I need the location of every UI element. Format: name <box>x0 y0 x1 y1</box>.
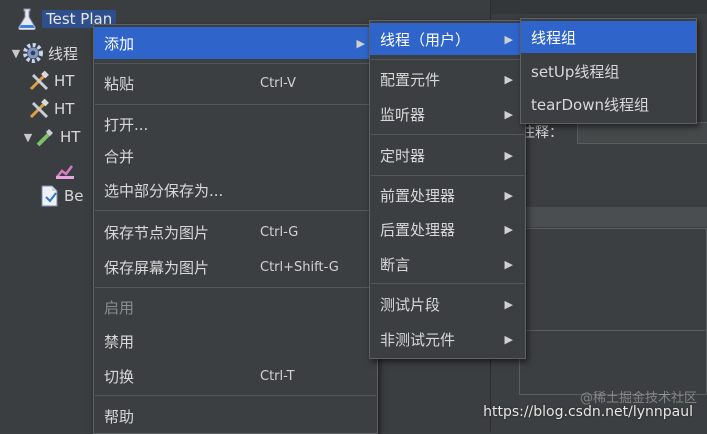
comment-label: 注释： <box>521 125 563 141</box>
menu-item-disable[interactable]: 禁用 <box>94 325 377 357</box>
tree-node-http-1[interactable]: HT <box>28 69 74 93</box>
menu-separator <box>95 210 376 211</box>
tree-node-bean-shell[interactable]: Be <box>38 184 84 208</box>
threads-submenu: 线程组 setUp线程组 tearDown线程组 <box>520 18 697 124</box>
document-icon <box>38 185 60 207</box>
menu-item-enable[interactable]: 启用 <box>94 291 377 323</box>
chevron-right-icon: ▶ <box>504 222 513 236</box>
menu-separator <box>371 175 524 176</box>
wrench-hammer-icon <box>28 98 50 120</box>
comment-input[interactable] <box>577 122 707 144</box>
tree-node-label: 线程 <box>48 44 79 63</box>
menu-item-save-screen-image[interactable]: 保存屏幕为图片 Ctrl+Shift-G <box>94 251 377 283</box>
menu-item-pre-processor[interactable]: 前置处理器 ▶ <box>370 179 525 211</box>
menu-separator <box>371 59 524 60</box>
menu-item-assertion[interactable]: 断言 ▶ <box>370 248 525 280</box>
menu-item-add[interactable]: 添加 ▶ <box>94 27 377 59</box>
menu-separator <box>95 395 376 396</box>
chevron-right-icon: ▶ <box>504 257 513 271</box>
watermark-url: https://blog.csdn.net/lynnpaul <box>483 404 693 420</box>
chevron-right-icon: ▶ <box>504 148 513 162</box>
shortcut-label: Ctrl+Shift-G <box>260 259 339 275</box>
menu-separator <box>95 104 376 105</box>
menu-item-test-fragment[interactable]: 测试片段 ▶ <box>370 288 525 320</box>
menu-item-help[interactable]: 帮助 <box>94 400 377 432</box>
flask-icon <box>16 8 38 30</box>
chevron-right-icon: ▶ <box>504 297 513 311</box>
chevron-right-icon: ▶ <box>504 107 513 121</box>
expand-toggle-icon[interactable]: ▼ <box>10 47 22 60</box>
chevron-right-icon: ▶ <box>356 36 365 50</box>
chevron-right-icon: ▶ <box>504 188 513 202</box>
menu-item-threads-users[interactable]: 线程（用户） ▶ <box>370 23 525 55</box>
menu-item-save-selection[interactable]: 选中部分保存为... <box>94 174 377 206</box>
wrench-hammer-icon <box>28 70 50 92</box>
shortcut-label: Ctrl-T <box>260 368 295 384</box>
menu-item-teardown-thread-group[interactable]: tearDown线程组 <box>521 88 696 120</box>
chevron-right-icon: ▶ <box>504 332 513 346</box>
tree-node-label: HT <box>54 100 75 118</box>
chart-listener-icon <box>54 159 76 181</box>
menu-item-paste[interactable]: 粘贴 Ctrl-V <box>94 67 377 99</box>
tree-node-http-2[interactable]: HT <box>28 97 74 121</box>
pipette-icon <box>34 126 56 148</box>
menu-separator <box>371 134 524 135</box>
menu-separator <box>371 283 524 284</box>
section-header <box>519 207 707 227</box>
menu-item-setup-thread-group[interactable]: setUp线程组 <box>521 55 696 87</box>
menu-separator <box>95 63 376 64</box>
tree-node-thread-group[interactable]: ▼ 线程 <box>10 41 78 65</box>
menu-item-thread-group[interactable]: 线程组 <box>521 21 696 53</box>
expand-toggle-icon[interactable]: ▼ <box>22 131 34 144</box>
menu-separator <box>95 287 376 288</box>
shortcut-label: Ctrl-V <box>260 75 296 91</box>
menu-item-non-test-elements[interactable]: 非测试元件 ▶ <box>370 323 525 355</box>
menu-item-toggle[interactable]: 切换 Ctrl-T <box>94 360 377 392</box>
panel-divider <box>519 330 705 394</box>
menu-item-open[interactable]: 打开... <box>94 108 377 140</box>
context-menu: 添加 ▶ 粘贴 Ctrl-V 打开... 合并 选中部分保存为... 保存节点为… <box>93 24 378 434</box>
tree-node-label: HT <box>60 128 81 146</box>
add-submenu: 线程（用户） ▶ 配置元件 ▶ 监听器 ▶ 定时器 ▶ 前置处理器 ▶ 后置处理… <box>369 20 526 359</box>
tree-node-label: Be <box>64 187 84 205</box>
menu-item-timer[interactable]: 定时器 ▶ <box>370 139 525 171</box>
chevron-right-icon: ▶ <box>504 32 513 46</box>
menu-item-merge[interactable]: 合并 <box>94 140 377 172</box>
shortcut-label: Ctrl-G <box>260 224 299 240</box>
menu-item-config-element[interactable]: 配置元件 ▶ <box>370 63 525 95</box>
menu-item-listener[interactable]: 监听器 ▶ <box>370 98 525 130</box>
menu-item-post-processor[interactable]: 后置处理器 ▶ <box>370 213 525 245</box>
tree-node-label: HT <box>54 72 75 90</box>
tree-node-http-3[interactable]: ▼ HT <box>22 125 80 149</box>
gear-icon <box>22 42 44 64</box>
editor-header <box>491 0 707 14</box>
chevron-right-icon: ▶ <box>504 72 513 86</box>
menu-item-save-node-image[interactable]: 保存节点为图片 Ctrl-G <box>94 216 377 248</box>
tree-node-listener[interactable] <box>54 158 80 182</box>
